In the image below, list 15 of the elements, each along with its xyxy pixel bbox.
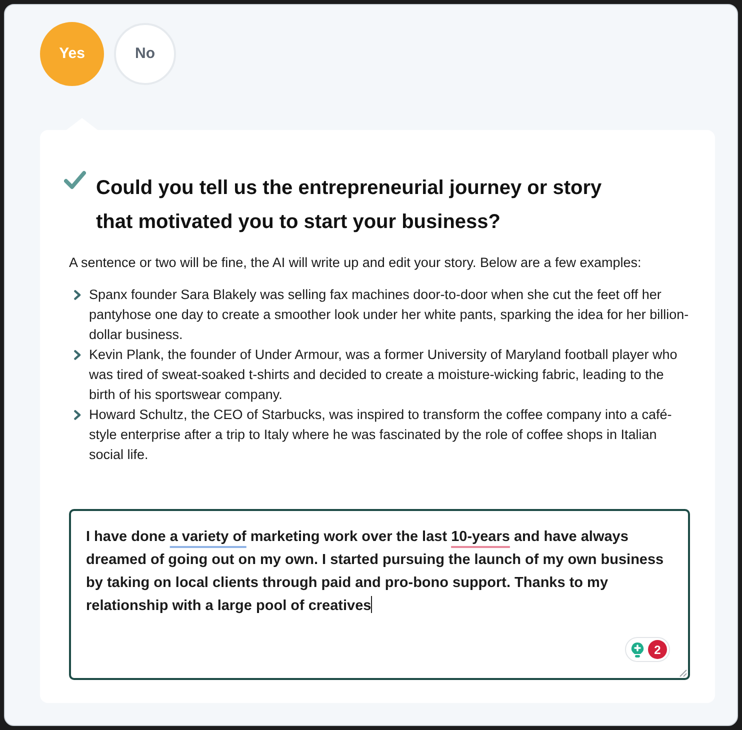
chevron-right-icon xyxy=(74,410,81,420)
question-title: Could you tell us the entrepreneurial journey or story that motivated you to start your business? xyxy=(96,176,603,235)
chevron-right-icon xyxy=(74,290,81,300)
example-text: Howard Schultz, the CEO of Starbucks, was inspired to transform the coffee company into a café-style enterprise after a trip to Italy where he was fascinated by the role of coffee shops in Italian social life. xyxy=(89,406,673,464)
chevron-right-icon xyxy=(74,350,81,360)
choice-button[interactable]: No xyxy=(114,23,176,85)
story-text-area[interactable] xyxy=(69,509,690,680)
hint-text: A sentence or two will be fine, the AI will write up and edit your story. Below are a few examples: xyxy=(69,254,642,272)
lightbulb-icon xyxy=(631,642,644,658)
writing-assistant-badge[interactable]: 2 xyxy=(625,637,670,662)
story-text: I have done a variety of marketing work over the last 10-years and have always dreamed of going out on my own. I started pursuing the launch of my own business by taking on local clients through paid and pro-bono support. Thanks to my relationship with a large pool of creatives xyxy=(86,528,665,616)
resize-handle-icon xyxy=(679,669,687,677)
example-text: Kevin Plank, the founder of Under Armour, was a former University of Maryland football player who was tired of sweat-soaked t-shirts and decided to create a moisture-wicking fabric, leading to the birth of his sportswear company. xyxy=(89,346,678,404)
example-text: Spanx founder Sara Blakely was selling fax machines door-to-door when she cut the feet off her pantyhose one day to create a smoother look under her white pants, sparking the idea for her billion-dollar business. xyxy=(89,286,690,344)
suggestion-count-badge: 2 xyxy=(648,640,667,659)
